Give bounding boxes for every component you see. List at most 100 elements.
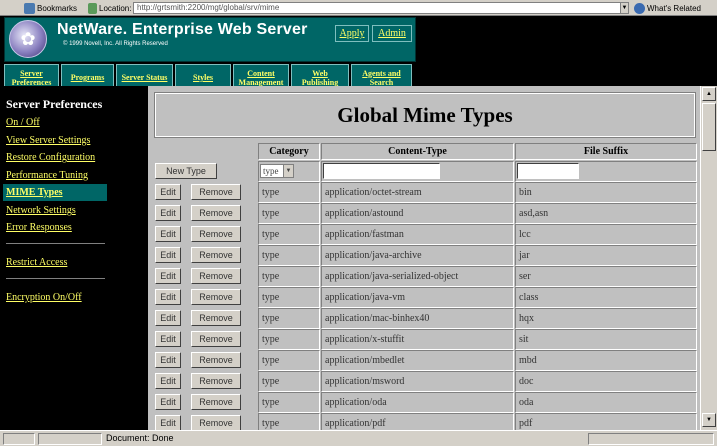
apply-link[interactable]: Apply [335,25,369,42]
category-cell: type [258,350,320,371]
component-bar [588,433,714,445]
category-cell: type [258,203,320,224]
scroll-up-icon[interactable]: ▲ [702,87,716,101]
content-type-cell: application/mac-binhex40 [321,308,514,329]
content-type-cell: application/pdf [321,413,514,430]
whats-related-button[interactable]: What's Related [634,2,701,14]
scroll-thumb[interactable] [702,103,716,151]
remove-button[interactable]: Remove [191,331,241,347]
sidebar-item-restore-configuration[interactable]: Restore Configuration [6,152,95,163]
category-cell: type [258,245,320,266]
sidebar-item-on-off[interactable]: On / Off [6,117,40,128]
suffix-cell: mbd [515,350,697,371]
suffix-cell: pdf [515,413,697,430]
main-content: Global Mime Types Category Content-Type … [148,86,700,430]
product-title: NetWare. Enterprise Web Server [57,21,308,38]
sidebar-item-encryption[interactable]: Encryption On/Off [6,292,82,303]
edit-button[interactable]: Edit [155,394,181,410]
content-type-cell: application/mbedlet [321,350,514,371]
whats-related-icon [634,2,645,14]
suffix-cell: ser [515,266,697,287]
edit-button[interactable]: Edit [155,289,181,305]
edit-button[interactable]: Edit [155,247,181,263]
sidebar-item-view-server-settings[interactable]: View Server Settings [6,135,90,146]
remove-button[interactable]: Remove [191,205,241,221]
content-type-cell: application/msword [321,371,514,392]
sidebar: Server Preferences On / Off View Server … [0,86,148,430]
suffix-cell: jar [515,245,697,266]
edit-button[interactable]: Edit [155,415,181,430]
column-header-category: Category [258,143,320,160]
sidebar-item-network-settings[interactable]: Network Settings [6,205,76,216]
remove-button[interactable]: Remove [191,310,241,326]
bookmarks-button[interactable]: Bookmarks [24,2,77,14]
edit-button[interactable]: Edit [155,331,181,347]
suffix-cell: hqx [515,308,697,329]
sidebar-item-error-responses[interactable]: Error Responses [6,222,72,233]
location-input[interactable]: http://grtsmith:2200/mgt/global/srv/mime [133,2,623,14]
suffix-cell: class [515,287,697,308]
admin-link[interactable]: Admin [372,25,412,42]
content-type-cell: application/java-archive [321,245,514,266]
security-lock-icon[interactable] [3,433,35,445]
category-cell: type [258,392,320,413]
new-content-type-cell [321,161,514,182]
new-suffix-cell [515,161,697,182]
content-type-cell: application/oda [321,392,514,413]
content-type-cell: application/java-serialized-object [321,266,514,287]
header-banner: ✿ NetWare. Enterprise Web Server © 1999 … [4,17,416,62]
copyright-text: © 1999 Novell, Inc. All Rights Reserved [63,41,168,47]
category-cell: type [258,308,320,329]
remove-button[interactable]: Remove [191,226,241,242]
edit-button[interactable]: Edit [155,310,181,326]
edit-button[interactable]: Edit [155,268,181,284]
remove-button[interactable]: Remove [191,184,241,200]
category-cell: type [258,413,320,430]
remove-button[interactable]: Remove [191,352,241,368]
edit-button[interactable]: Edit [155,184,181,200]
scroll-down-icon[interactable]: ▼ [702,413,716,427]
whats-related-label: What's Related [647,3,701,13]
column-header-file-suffix: File Suffix [515,143,697,160]
remove-button[interactable]: Remove [191,268,241,284]
new-category-cell: type ▼ [258,161,320,182]
content-type-cell: application/fastman [321,224,514,245]
content-type-input[interactable] [323,163,440,179]
remove-button[interactable]: Remove [191,247,241,263]
remove-button[interactable]: Remove [191,394,241,410]
suffix-cell: asd,asn [515,203,697,224]
suffix-cell: lcc [515,224,697,245]
edit-button[interactable]: Edit [155,205,181,221]
sidebar-item-restrict-access[interactable]: Restrict Access [6,257,67,268]
remove-button[interactable]: Remove [191,373,241,389]
suffix-cell: doc [515,371,697,392]
content-type-cell: application/astound [321,203,514,224]
file-suffix-input[interactable] [517,163,579,179]
content-type-cell: application/java-vm [321,287,514,308]
edit-button[interactable]: Edit [155,373,181,389]
location-icon [88,2,97,14]
category-cell: type [258,329,320,350]
bookmarks-icon [24,2,35,14]
sidebar-item-performance-tuning[interactable]: Performance Tuning [6,170,88,181]
location-dropdown-icon[interactable]: ▼ [620,2,629,14]
remove-button[interactable]: Remove [191,415,241,430]
category-cell: type [258,182,320,203]
category-cell: type [258,287,320,308]
progress-meter [38,433,102,445]
edit-button[interactable]: Edit [155,352,181,368]
remove-button[interactable]: Remove [191,289,241,305]
edit-button[interactable]: Edit [155,226,181,242]
location-label: Location: [88,2,131,14]
category-select[interactable]: type ▼ [260,164,294,178]
page-title-box: Global Mime Types [154,92,696,138]
sidebar-item-mime-types[interactable]: MIME Types [6,187,63,198]
new-type-button[interactable]: New Type [155,163,217,179]
bookmarks-label: Bookmarks [37,3,78,13]
content-type-cell: application/x-stuffit [321,329,514,350]
browser-toolbar: Bookmarks Location: http://grtsmith:2200… [0,0,717,16]
select-arrow-icon: ▼ [283,165,293,177]
category-cell: type [258,224,320,245]
main-scrollbar[interactable]: ▲ ▼ [700,86,717,430]
suffix-cell: bin [515,182,697,203]
